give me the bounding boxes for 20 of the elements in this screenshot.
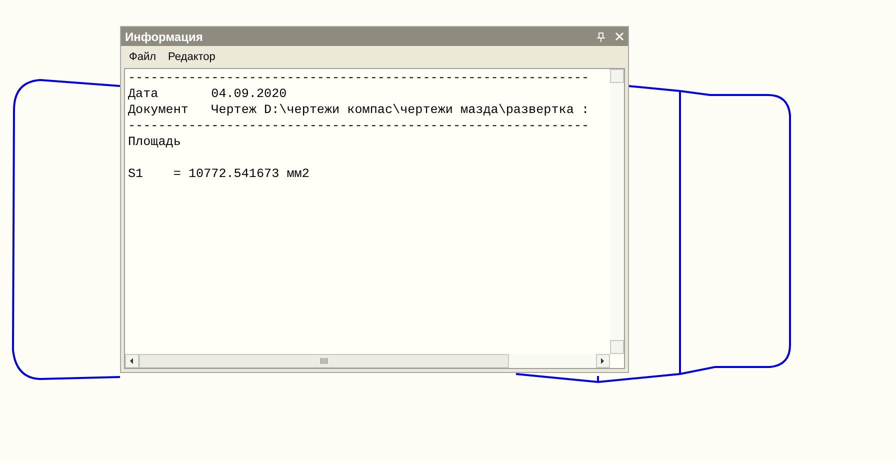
scroll-thumb[interactable] — [139, 354, 509, 368]
grip-icon — [320, 358, 328, 364]
text-line: S1 = 10772.541673 мм2 — [128, 166, 310, 182]
text-line: Площадь — [128, 134, 181, 150]
vertical-scrollbar[interactable] — [610, 69, 624, 354]
text-line: ------------------------------------------------------------- — [128, 118, 590, 134]
horizontal-scrollbar[interactable] — [125, 354, 610, 368]
pin-icon[interactable] — [597, 32, 605, 42]
scroll-up-button[interactable] — [610, 69, 624, 83]
scroll-left-button[interactable] — [125, 354, 139, 368]
left-arrow-icon — [130, 358, 134, 364]
right-arrow-icon — [601, 358, 605, 364]
menu-item[interactable]: Редактор — [164, 48, 220, 66]
text-line: Документ Чертеж D:\чертежи компас\чертежи мазда\развертка : — [128, 102, 590, 118]
scroll-right-button[interactable] — [596, 354, 610, 368]
close-icon[interactable] — [615, 32, 624, 41]
text-line: Дата 04.09.2020 — [128, 86, 287, 102]
menu-item[interactable]: Файл — [125, 48, 160, 66]
window-title: Информация — [125, 28, 204, 46]
text-line: ------------------------------------------------------------- — [128, 70, 590, 86]
